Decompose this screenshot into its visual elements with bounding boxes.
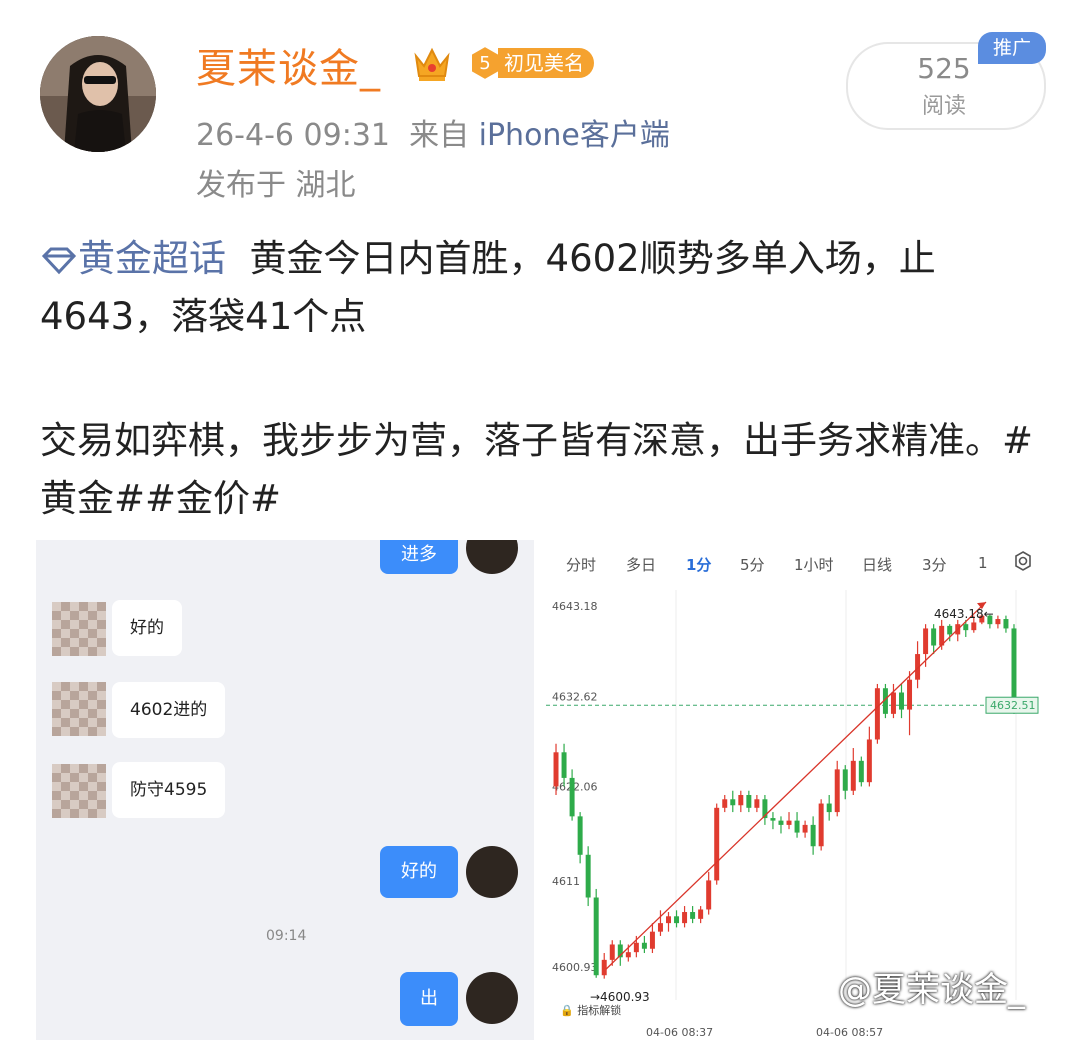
candle-body <box>657 923 663 932</box>
author-avatar[interactable] <box>40 36 156 152</box>
current-price-label: 4632.51 <box>990 699 1036 712</box>
candle-body <box>585 854 591 898</box>
contact-avatar <box>52 602 106 656</box>
source-link[interactable]: iPhone客户端 <box>479 118 670 153</box>
candle-body <box>674 916 680 924</box>
candle-body <box>842 769 848 791</box>
read-label: 阅读 <box>921 94 966 119</box>
candle-body <box>947 625 953 635</box>
candle-body <box>923 628 929 655</box>
candle-body <box>826 803 832 813</box>
candle-body <box>641 942 647 949</box>
candle-body <box>593 897 599 976</box>
candle-body <box>899 692 904 710</box>
candle-body <box>858 760 864 783</box>
candle-body <box>907 679 913 710</box>
high-label: 4643.18← <box>934 607 994 621</box>
candle-body <box>810 824 816 847</box>
candle-body <box>746 795 752 808</box>
my-avatar <box>466 540 518 574</box>
candle-body <box>698 909 704 919</box>
tag-gold-price[interactable]: #金价# <box>145 477 281 520</box>
contact-avatar <box>52 682 106 736</box>
candle-body <box>569 777 575 817</box>
candle-body <box>778 820 784 825</box>
candle-body <box>738 795 744 806</box>
candle-body <box>682 912 688 924</box>
indicator-unlock[interactable]: 🔒 指标解锁 <box>560 1002 621 1018</box>
candle-body <box>1003 619 1009 629</box>
candle-body <box>794 820 800 833</box>
y-tick-label: 4643.18 <box>552 600 598 613</box>
candle-body <box>1011 628 1017 706</box>
candle-body <box>625 952 631 958</box>
chat-bubble-left: 防守4595 <box>112 762 226 818</box>
candle-body <box>786 820 792 825</box>
chat-bubble-left: 4602进的 <box>112 682 226 738</box>
y-tick-label: 4611 <box>552 875 580 888</box>
x-label-1: 04-06 08:37 <box>646 1026 714 1039</box>
candle-body <box>722 799 728 808</box>
post-text: 黄金超话 黄金今日内首胜，4602顺势多单入场，止4643，落袋41个点 <box>40 230 1050 346</box>
post-meta: 26-4-6 09:31 来自 iPhone客户端 <box>196 110 670 154</box>
contact-avatar <box>52 764 106 818</box>
candle-body <box>601 959 607 976</box>
my-avatar <box>466 846 518 898</box>
post-location: 发布于 湖北 <box>196 168 356 203</box>
candle-body <box>818 803 824 847</box>
chat-bubble-right: 进多 <box>380 540 458 574</box>
candle-body <box>995 619 1001 625</box>
candle-body <box>850 760 856 791</box>
post-time: 26-4-6 09:31 <box>196 118 390 153</box>
candle-body <box>706 880 712 910</box>
candle-body <box>553 752 559 787</box>
y-tick-label: 4600.93 <box>552 961 598 974</box>
chat-bubble-left: 好的 <box>112 600 182 656</box>
candle-body <box>666 916 671 924</box>
post-text-2-block: 交易如弈棋，我步步为营，落子皆有深意，出手务求精准。#黄金##金价# <box>40 412 1050 528</box>
candle-body <box>577 816 583 855</box>
candle-body <box>690 912 696 919</box>
crown-icon <box>410 42 454 86</box>
member-badge[interactable]: 5 初见美名 <box>466 44 594 82</box>
lock-icon: 🔒 <box>560 1004 574 1017</box>
candle-body <box>931 628 937 646</box>
trend-arrow <box>605 601 987 970</box>
candle-body <box>971 622 977 631</box>
candle-body <box>770 818 776 821</box>
candle-body <box>834 769 840 813</box>
candle-body <box>874 688 880 740</box>
badge-text: 初见美名 <box>498 48 594 78</box>
chat-timestamp: 09:14 <box>266 928 307 944</box>
candle-body <box>866 739 872 783</box>
candle-body <box>730 799 736 806</box>
candle-body <box>714 807 720 881</box>
candle-body <box>754 799 760 808</box>
chat-bubble-right: 出 <box>400 972 458 1026</box>
x-label-2: 04-06 08:57 <box>816 1026 884 1039</box>
chat-bubble-right: 好的 <box>380 846 458 898</box>
y-tick-label: 4622.06 <box>552 780 598 793</box>
candle-body <box>609 944 615 960</box>
author-name[interactable]: 夏茉谈金_ <box>196 36 381 94</box>
promo-badge[interactable]: 推广 <box>978 32 1046 64</box>
candle-body <box>890 692 896 714</box>
candle-body <box>633 942 639 953</box>
candle-body <box>561 752 567 778</box>
candle-body <box>963 624 969 631</box>
source-prefix: 来自 <box>409 118 470 153</box>
my-avatar <box>466 972 518 1024</box>
post-text-2: 交易如弈棋，我步步为营，落子皆有深意，出手务求精准。 <box>40 419 1002 462</box>
svg-text:5: 5 <box>479 53 490 74</box>
topic-link[interactable]: 黄金超话 <box>40 237 226 280</box>
y-tick-label: 4632.62 <box>552 690 598 703</box>
diamond-icon <box>41 247 77 275</box>
watermark: @夏茉谈金_ <box>838 970 1025 1010</box>
candle-body <box>802 824 808 833</box>
chat-screenshot[interactable]: 进多 好的 4602进的 防守4595 好的 09:14 出 <box>36 540 534 1040</box>
candle-body <box>649 931 655 949</box>
